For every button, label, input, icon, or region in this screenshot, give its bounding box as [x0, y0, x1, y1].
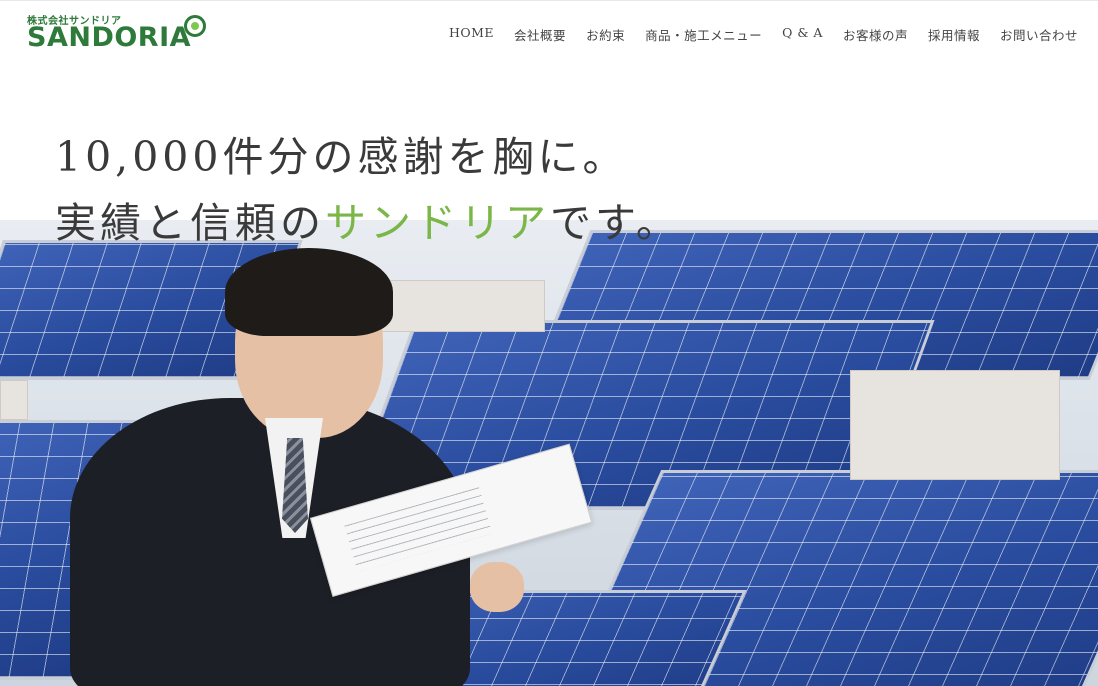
- concrete-block: [0, 380, 28, 420]
- nav-item-contact[interactable]: お問い合わせ: [1000, 25, 1078, 44]
- site-logo[interactable]: 株式会社サンドリア SANDORIA: [27, 12, 237, 56]
- nav-item-home[interactable]: HOME: [449, 25, 494, 44]
- main-nav: HOME 会社概要 お約束 商品・施工メニュー Q & A お客様の声 採用情報…: [449, 25, 1078, 44]
- nav-item-company[interactable]: 会社概要: [514, 25, 566, 44]
- nav-item-promise[interactable]: お約束: [586, 25, 625, 44]
- nav-item-products[interactable]: 商品・施工メニュー: [645, 25, 762, 44]
- site-header: 株式会社サンドリア SANDORIA HOME 会社概要 お約束 商品・施工メニ…: [0, 0, 1098, 68]
- logo-wordmark: SANDORIA: [27, 22, 192, 53]
- nav-item-faq[interactable]: Q & A: [782, 25, 823, 44]
- hero-person: [60, 248, 593, 686]
- headline-line-2-end: です。: [550, 199, 681, 247]
- hero-image: [0, 220, 1098, 686]
- nav-item-testimonials[interactable]: お客様の声: [843, 25, 908, 44]
- logo-mark-icon: [184, 15, 206, 37]
- hero-headline: 10,000件分の感謝を胸に。 実績と信頼のサンドリアです。: [55, 124, 681, 256]
- headline-line-2: 実績と信頼のサンドリアです。: [55, 190, 681, 256]
- concrete-block: [850, 370, 1060, 480]
- headline-line-1: 10,000件分の感謝を胸に。: [55, 133, 628, 181]
- headline-line-2-start: 実績と信頼の: [55, 199, 325, 247]
- headline-brand-accent: サンドリア: [325, 199, 550, 247]
- nav-item-recruit[interactable]: 採用情報: [928, 25, 980, 44]
